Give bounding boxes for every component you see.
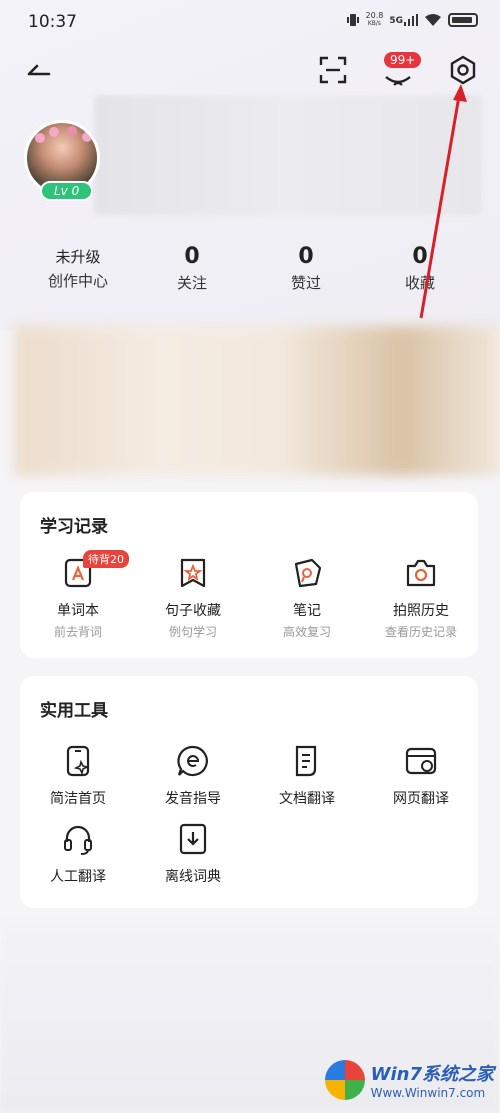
network-type: 5G (389, 14, 418, 26)
tools-card: 实用工具 简洁首页 发音指导 文档翻译 网页翻译 人工翻译 离线词典 (20, 676, 478, 908)
wordbook-tag: 待背20 (83, 550, 129, 568)
liked-stat[interactable]: 0 赞过 (256, 244, 356, 293)
watermark: Win7系统之家 Www.Winwin7.com (324, 1060, 494, 1100)
settings-icon (450, 55, 476, 85)
doc-translate-icon (295, 745, 317, 777)
favorite-stat[interactable]: 0 收藏 (370, 244, 470, 293)
simple-home-icon (66, 745, 90, 777)
photo-history-item[interactable]: 拍照历史 查看历史记录 (366, 556, 476, 640)
sentence-fav-item[interactable]: 句子收藏 例句学习 (138, 556, 248, 640)
vibrate-icon (346, 14, 359, 26)
offline-dict-item[interactable]: 离线词典 (138, 822, 248, 886)
scan-icon (319, 56, 347, 84)
study-record-card: 学习记录 待背20 单词本 前去背词 句子收藏 例句学习 笔记 高效复习 拍照历… (20, 492, 478, 658)
net-speed: 20.8 KB/s (365, 11, 384, 28)
sentence-fav-icon (180, 558, 206, 588)
level-badge: Lv 0 (40, 181, 94, 201)
pronunciation-item[interactable]: 发音指导 (138, 744, 248, 808)
settings-button[interactable] (445, 52, 481, 88)
doc-translate-item[interactable]: 文档翻译 (252, 744, 362, 808)
human-translate-item[interactable]: 人工翻译 (23, 822, 133, 886)
notes-item[interactable]: 笔记 高效复习 (252, 556, 362, 640)
tools-card-title: 实用工具 (40, 701, 108, 721)
scan-button[interactable] (315, 52, 351, 88)
follow-stat[interactable]: 0 关注 (142, 244, 242, 293)
camera-icon (406, 559, 436, 587)
blurred-username-area (94, 95, 482, 215)
human-translate-icon (64, 825, 92, 855)
web-translate-icon (405, 747, 437, 775)
message-badge: 99+ (384, 52, 422, 68)
wifi-icon (425, 14, 441, 26)
study-card-title: 学习记录 (40, 517, 108, 537)
notes-icon (294, 558, 322, 588)
web-translate-item[interactable]: 网页翻译 (366, 744, 476, 808)
blurred-banner[interactable] (14, 326, 500, 476)
watermark-logo (324, 1060, 365, 1100)
wordbook-item[interactable]: 待背20 单词本 前去背词 (23, 550, 133, 640)
offline-dict-icon (179, 823, 207, 855)
creator-center[interactable]: 未升级 创作中心 (28, 246, 128, 291)
back-arrow-icon (27, 64, 51, 76)
simple-home-item[interactable]: 简洁首页 (23, 744, 133, 808)
battery-icon (448, 13, 478, 27)
status-time: 10:37 (28, 12, 77, 32)
pronunciation-icon (177, 745, 208, 777)
status-icons: 20.8 KB/s 5G (346, 12, 478, 28)
back-button[interactable] (20, 52, 56, 88)
